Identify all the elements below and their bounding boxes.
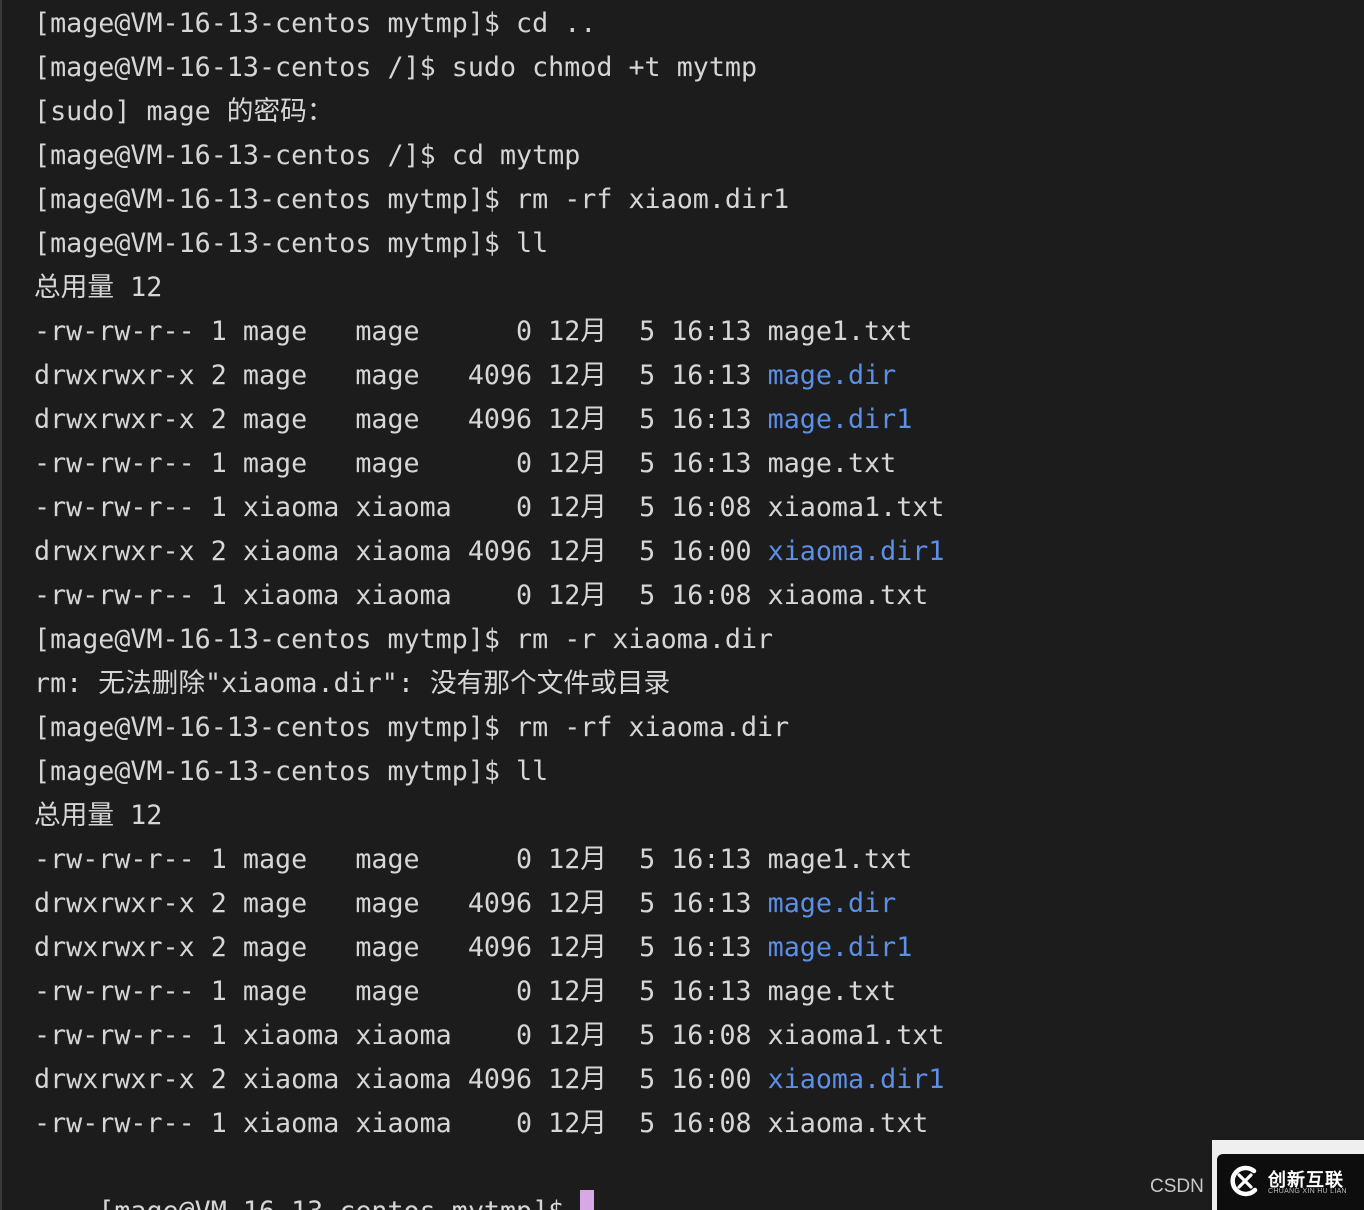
- terminal-line: 总用量 12: [34, 272, 163, 303]
- terminal-line: drwxrwxr-x 2 mage mage 4096 12月 5 16:13 …: [34, 354, 1364, 398]
- terminal-line: drwxrwxr-x 2 mage mage 4096 12月 5 16:13 …: [34, 398, 1364, 442]
- prompt-line[interactable]: [mage@VM-16-13-centos mytmp]$: [34, 1146, 595, 1210]
- terminal-line: drwxrwxr-x 2 xiaoma xiaoma 4096 12月 5 16…: [34, 1058, 1364, 1102]
- terminal-line: [mage@VM-16-13-centos mytmp]$ cd ..: [34, 8, 597, 39]
- file-name: xiaoma.txt: [767, 580, 929, 611]
- chuangxin-logo: 创新互联 CHUANG XIN HU LIAN: [1217, 1154, 1364, 1210]
- file-listing-info: -rw-rw-r-- 1 mage mage 0 12月 5 16:13: [34, 448, 768, 479]
- file-listing-info: drwxrwxr-x 2 xiaoma xiaoma 4096 12月 5 16…: [34, 1064, 768, 1095]
- file-name: xiaoma.txt: [767, 1108, 929, 1139]
- file-name: xiaoma1.txt: [767, 1020, 945, 1051]
- terminal-line: drwxrwxr-x 2 mage mage 4096 12月 5 16:13 …: [34, 882, 1364, 926]
- chuangxin-logo-icon: [1230, 1165, 1258, 1197]
- file-name: mage1.txt: [767, 844, 913, 875]
- prompt-text: [mage@VM-16-13-centos mytmp]$: [98, 1196, 580, 1210]
- terminal-line: [mage@VM-16-13-centos /]$ cd mytmp: [34, 140, 581, 171]
- directory-name: xiaoma.dir1: [767, 1064, 945, 1095]
- terminal-line: -rw-rw-r-- 1 mage mage 0 12月 5 16:13 mag…: [34, 838, 1364, 882]
- file-listing-info: drwxrwxr-x 2 xiaoma xiaoma 4096 12月 5 16…: [34, 536, 768, 567]
- file-name: xiaoma1.txt: [767, 492, 945, 523]
- terminal-line: -rw-rw-r-- 1 xiaoma xiaoma 0 12月 5 16:08…: [34, 1014, 1364, 1058]
- directory-name: xiaoma.dir1: [767, 536, 945, 567]
- file-name: mage.txt: [767, 448, 897, 479]
- terminal-line: [mage@VM-16-13-centos mytmp]$ ll: [34, 228, 549, 259]
- terminal-line: -rw-rw-r-- 1 mage mage 0 12月 5 16:13 mag…: [34, 442, 1364, 486]
- terminal-line: [mage@VM-16-13-centos mytmp]$ rm -rf xia…: [34, 712, 790, 743]
- file-listing-info: -rw-rw-r-- 1 mage mage 0 12月 5 16:13: [34, 976, 768, 1007]
- file-listing-info: -rw-rw-r-- 1 xiaoma xiaoma 0 12月 5 16:08: [34, 580, 768, 611]
- text-cursor: [580, 1189, 595, 1210]
- file-name: mage.txt: [767, 976, 897, 1007]
- terminal-output: [mage@VM-16-13-centos mytmp]$ cd .. [mage…: [34, 2, 1364, 1146]
- terminal-line: rm: 无法删除"xiaoma.dir": 没有那个文件或目录: [34, 668, 671, 699]
- directory-name: mage.dir: [767, 888, 897, 919]
- terminal-line: drwxrwxr-x 2 xiaoma xiaoma 4096 12月 5 16…: [34, 530, 1364, 574]
- file-listing-info: -rw-rw-r-- 1 mage mage 0 12月 5 16:13: [34, 316, 768, 347]
- directory-name: mage.dir: [767, 360, 897, 391]
- csdn-watermark: CSDN: [1150, 1176, 1204, 1197]
- terminal-window[interactable]: [mage@VM-16-13-centos mytmp]$ cd .. [mage…: [0, 0, 1364, 1210]
- file-listing-info: -rw-rw-r-- 1 mage mage 0 12月 5 16:13: [34, 844, 768, 875]
- logo-text-en: CHUANG XIN HU LIAN: [1268, 1188, 1347, 1195]
- terminal-line: -rw-rw-r-- 1 mage mage 0 12月 5 16:13 mag…: [34, 970, 1364, 1014]
- directory-name: mage.dir1: [767, 932, 913, 963]
- terminal-line: drwxrwxr-x 2 mage mage 4096 12月 5 16:13 …: [34, 926, 1364, 970]
- terminal-line: [mage@VM-16-13-centos mytmp]$ rm -rf xia…: [34, 184, 790, 215]
- terminal-line: [mage@VM-16-13-centos mytmp]$ ll: [34, 756, 549, 787]
- terminal-line: -rw-rw-r-- 1 mage mage 0 12月 5 16:13 mag…: [34, 310, 1364, 354]
- terminal-line: [mage@VM-16-13-centos /]$ sudo chmod +t …: [34, 52, 758, 83]
- terminal-line: -rw-rw-r-- 1 xiaoma xiaoma 0 12月 5 16:08…: [34, 486, 1364, 530]
- file-listing-info: drwxrwxr-x 2 mage mage 4096 12月 5 16:13: [34, 888, 768, 919]
- file-listing-info: -rw-rw-r-- 1 xiaoma xiaoma 0 12月 5 16:08: [34, 1108, 768, 1139]
- file-listing-info: -rw-rw-r-- 1 xiaoma xiaoma 0 12月 5 16:08: [34, 1020, 768, 1051]
- terminal-line: -rw-rw-r-- 1 xiaoma xiaoma 0 12月 5 16:08…: [34, 1102, 1364, 1146]
- file-name: mage1.txt: [767, 316, 913, 347]
- file-listing-info: drwxrwxr-x 2 mage mage 4096 12月 5 16:13: [34, 404, 768, 435]
- directory-name: mage.dir1: [767, 404, 913, 435]
- terminal-line: 总用量 12: [34, 800, 163, 831]
- file-listing-info: drwxrwxr-x 2 mage mage 4096 12月 5 16:13: [34, 360, 768, 391]
- terminal-line: [sudo] mage 的密码：: [34, 96, 334, 127]
- file-listing-info: drwxrwxr-x 2 mage mage 4096 12月 5 16:13: [34, 932, 768, 963]
- terminal-line: [mage@VM-16-13-centos mytmp]$ rm -r xiao…: [34, 624, 774, 655]
- file-listing-info: -rw-rw-r-- 1 xiaoma xiaoma 0 12月 5 16:08: [34, 492, 768, 523]
- terminal-line: -rw-rw-r-- 1 xiaoma xiaoma 0 12月 5 16:08…: [34, 574, 1364, 618]
